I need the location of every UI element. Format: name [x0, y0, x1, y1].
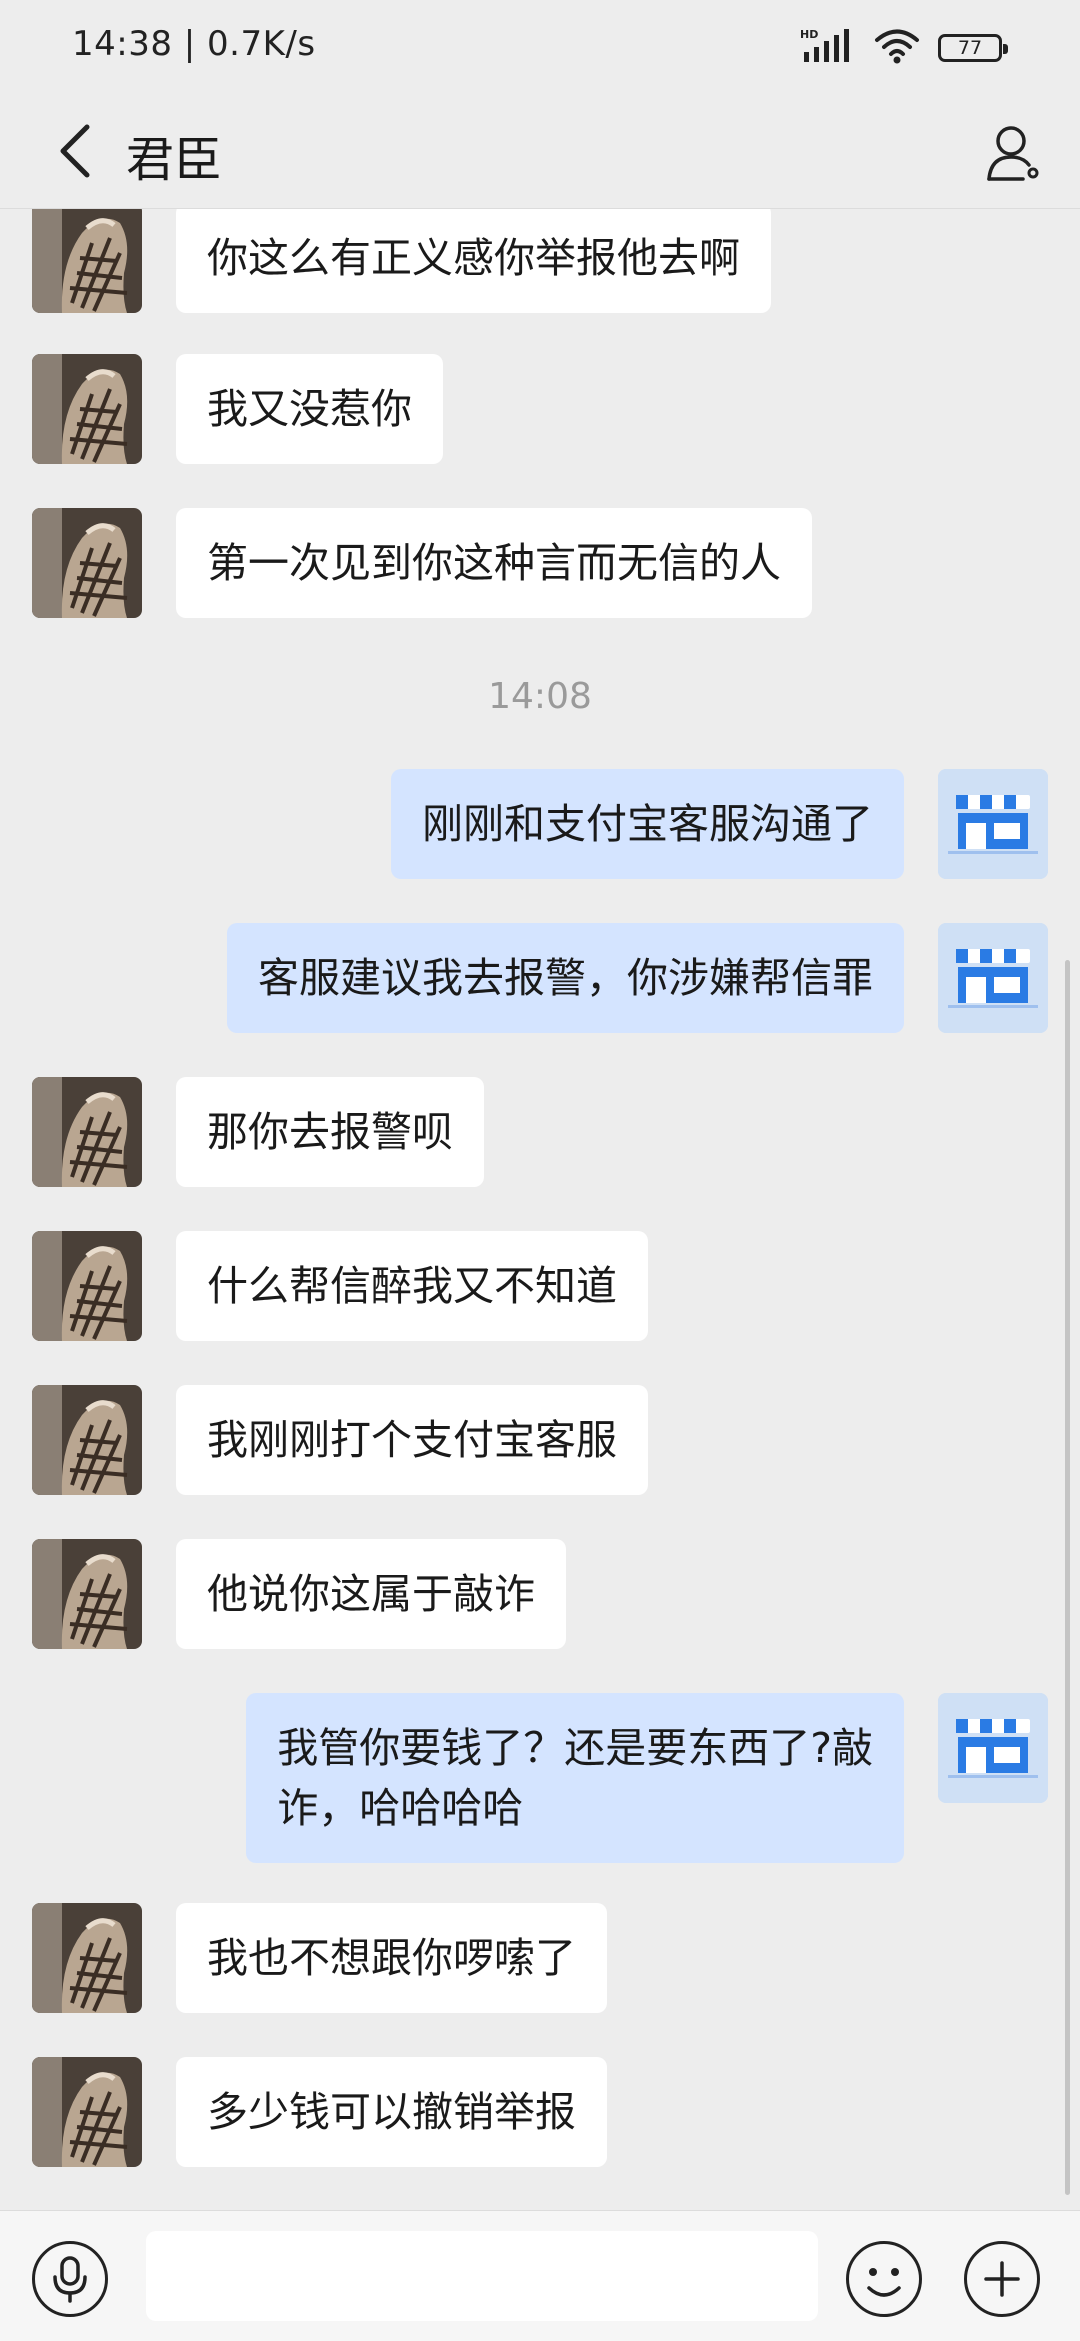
- smiley-icon: [867, 2268, 901, 2297]
- my-avatar[interactable]: [938, 1693, 1048, 1803]
- contact-avatar[interactable]: [32, 354, 142, 464]
- my-avatar[interactable]: [938, 923, 1048, 1033]
- message-list[interactable]: 你这么有正义感你举报他去啊 我又没惹你 第一次见到你这种言而无信的人 14:08…: [0, 209, 1080, 2209]
- contact-avatar[interactable]: [32, 1903, 142, 2013]
- contact-avatar[interactable]: [32, 1077, 142, 1187]
- storefront-icon: [938, 769, 1048, 879]
- signal-icon: HD: [800, 28, 856, 68]
- chat-profile-button[interactable]: [976, 114, 1052, 190]
- status-bar: 14:38 | 0.7K/s HD 77: [0, 0, 1080, 96]
- more-actions-button[interactable]: [964, 2241, 1040, 2317]
- contact-avatar-image: [32, 1903, 142, 2013]
- message-bubble-incoming[interactable]: 我也不想跟你啰嗦了: [176, 1903, 607, 2013]
- wifi-icon: [874, 28, 920, 68]
- back-button[interactable]: [40, 116, 110, 186]
- message-bubble-incoming[interactable]: 我又没惹你: [176, 354, 443, 464]
- message-bubble-incoming[interactable]: 多少钱可以撤销举报: [176, 2057, 607, 2167]
- input-bar: [0, 2210, 1080, 2341]
- message-bubble-incoming[interactable]: 他说你这属于敲诈: [176, 1539, 566, 1649]
- plus-icon: [984, 2261, 1020, 2297]
- message-bubble-outgoing[interactable]: 我管你要钱了？还是要东西了?敲 诈，哈哈哈哈: [246, 1693, 904, 1863]
- status-time: 14:38 | 0.7K/s: [72, 24, 316, 64]
- contact-avatar-image: [32, 209, 142, 313]
- chat-scrollbar[interactable]: [1065, 960, 1070, 2195]
- voice-input-button[interactable]: [32, 2241, 108, 2317]
- message-bubble-incoming[interactable]: 那你去报警呗: [176, 1077, 484, 1187]
- message-bubble-incoming[interactable]: 我刚刚打个支付宝客服: [176, 1385, 648, 1495]
- message-bubble-outgoing[interactable]: 刚刚和支付宝客服沟通了: [391, 769, 904, 879]
- contact-avatar-image: [32, 1077, 142, 1187]
- contact-avatar-image: [32, 354, 142, 464]
- message-bubble-outgoing[interactable]: 客服建议我去报警，你涉嫌帮信罪: [227, 923, 904, 1033]
- contact-avatar-image: [32, 508, 142, 618]
- battery-icon: 77: [938, 34, 1008, 62]
- battery-level: 77: [957, 37, 983, 59]
- contact-avatar-image: [32, 1539, 142, 1649]
- contact-avatar[interactable]: [32, 1539, 142, 1649]
- network-type-label: HD: [800, 28, 818, 41]
- microphone-icon: [53, 2256, 87, 2303]
- contact-avatar-image: [32, 2057, 142, 2167]
- person-icon: [987, 126, 1039, 181]
- message-bubble-incoming[interactable]: 第一次见到你这种言而无信的人: [176, 508, 812, 618]
- message-bubble-incoming[interactable]: 你这么有正义感你举报他去啊: [176, 209, 771, 313]
- back-arrow-icon: [60, 124, 90, 178]
- message-bubble-incoming[interactable]: 什么帮信醉我又不知道: [176, 1231, 648, 1341]
- my-avatar[interactable]: [938, 769, 1048, 879]
- emoji-button[interactable]: [846, 2241, 922, 2317]
- storefront-icon: [938, 1693, 1048, 1803]
- message-input[interactable]: [146, 2231, 818, 2321]
- time-divider: 14:08: [488, 676, 592, 717]
- contact-avatar[interactable]: [32, 1385, 142, 1495]
- contact-avatar[interactable]: [32, 1231, 142, 1341]
- storefront-icon: [938, 923, 1048, 1033]
- status-icons: HD 77: [800, 28, 1008, 68]
- contact-avatar[interactable]: [32, 2057, 142, 2167]
- contact-avatar-image: [32, 1385, 142, 1495]
- contact-avatar[interactable]: [32, 209, 142, 313]
- contact-avatar-image: [32, 1231, 142, 1341]
- chat-title: 君臣: [126, 132, 223, 188]
- contact-avatar[interactable]: [32, 508, 142, 618]
- chat-header: 君臣: [0, 96, 1080, 209]
